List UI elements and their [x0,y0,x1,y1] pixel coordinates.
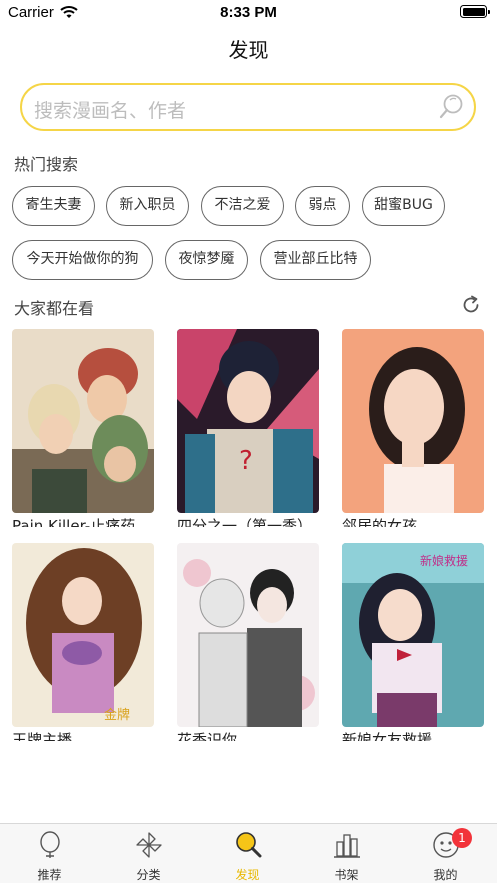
pinwheel-icon [134,830,164,860]
comic-cover [12,329,154,513]
hot-tag[interactable]: 夜惊梦魇 [165,240,248,280]
tab-category[interactable]: 分类 [99,824,198,883]
search-icon[interactable] [438,93,464,125]
comic-cover: 金牌 [12,543,154,727]
comic-title: 新娘女友救援 [342,731,433,741]
comic-cover: ? [177,329,319,513]
comic-title: Pain Killer-止痛药 [12,517,136,527]
tab-bookshelf[interactable]: 书架 [297,824,396,883]
comic-title: 花香识你 [177,731,238,741]
page-title: 发现 [228,38,269,62]
notification-badge: 1 [452,828,472,848]
svg-text:?: ? [239,446,253,476]
tab-discover[interactable]: 发现 [198,824,297,883]
search-input[interactable]: 搜索漫画名、作者 [20,83,476,131]
hot-tag[interactable]: 甜蜜BUG [362,186,445,226]
hot-search-title: 热门搜索 [14,155,79,174]
comic-title: 王牌主播 [12,731,73,741]
hot-tag[interactable]: 今天开始做你的狗 [12,240,153,280]
clock: 8:33 PM [220,4,277,21]
hot-tag[interactable]: 寄生夫妻 [12,186,95,226]
tab-bar: 推荐 分类 发现 书架 1 我的 [0,823,497,883]
hot-tag[interactable]: 不洁之爱 [201,186,284,226]
comic-cover: 新娘救援 [342,543,484,727]
balloon-icon [35,830,65,860]
svg-text:金牌: 金牌 [104,707,130,723]
status-bar: Carrier 8:33 PM [0,0,497,26]
hot-tag[interactable]: 新入职员 [106,186,189,226]
popular-title: 大家都在看 [14,299,95,318]
battery-icon [460,5,490,18]
hot-tag[interactable]: 弱点 [295,186,350,226]
search-placeholder: 搜索漫画名、作者 [34,100,187,122]
comic-cover [342,329,484,513]
tab-label: 分类 [136,868,161,882]
tab-label: 发现 [235,868,260,882]
tab-label: 我的 [433,868,458,882]
refresh-icon[interactable] [461,295,481,319]
hot-tag[interactable]: 营业部丘比特 [260,240,371,280]
tab-mine[interactable]: 1 我的 [396,824,495,883]
comic-cover [177,543,319,727]
svg-text:新娘救援: 新娘救援 [420,553,468,568]
comic-title: 四分之一（第一季） [177,517,313,527]
tab-recommend[interactable]: 推荐 [0,824,99,883]
comic-title: 邻居的女孩 [342,517,418,527]
magnifier-icon [233,830,263,860]
bookshelf-icon [332,830,362,860]
tab-label: 书架 [334,868,359,882]
tab-label: 推荐 [37,868,62,882]
